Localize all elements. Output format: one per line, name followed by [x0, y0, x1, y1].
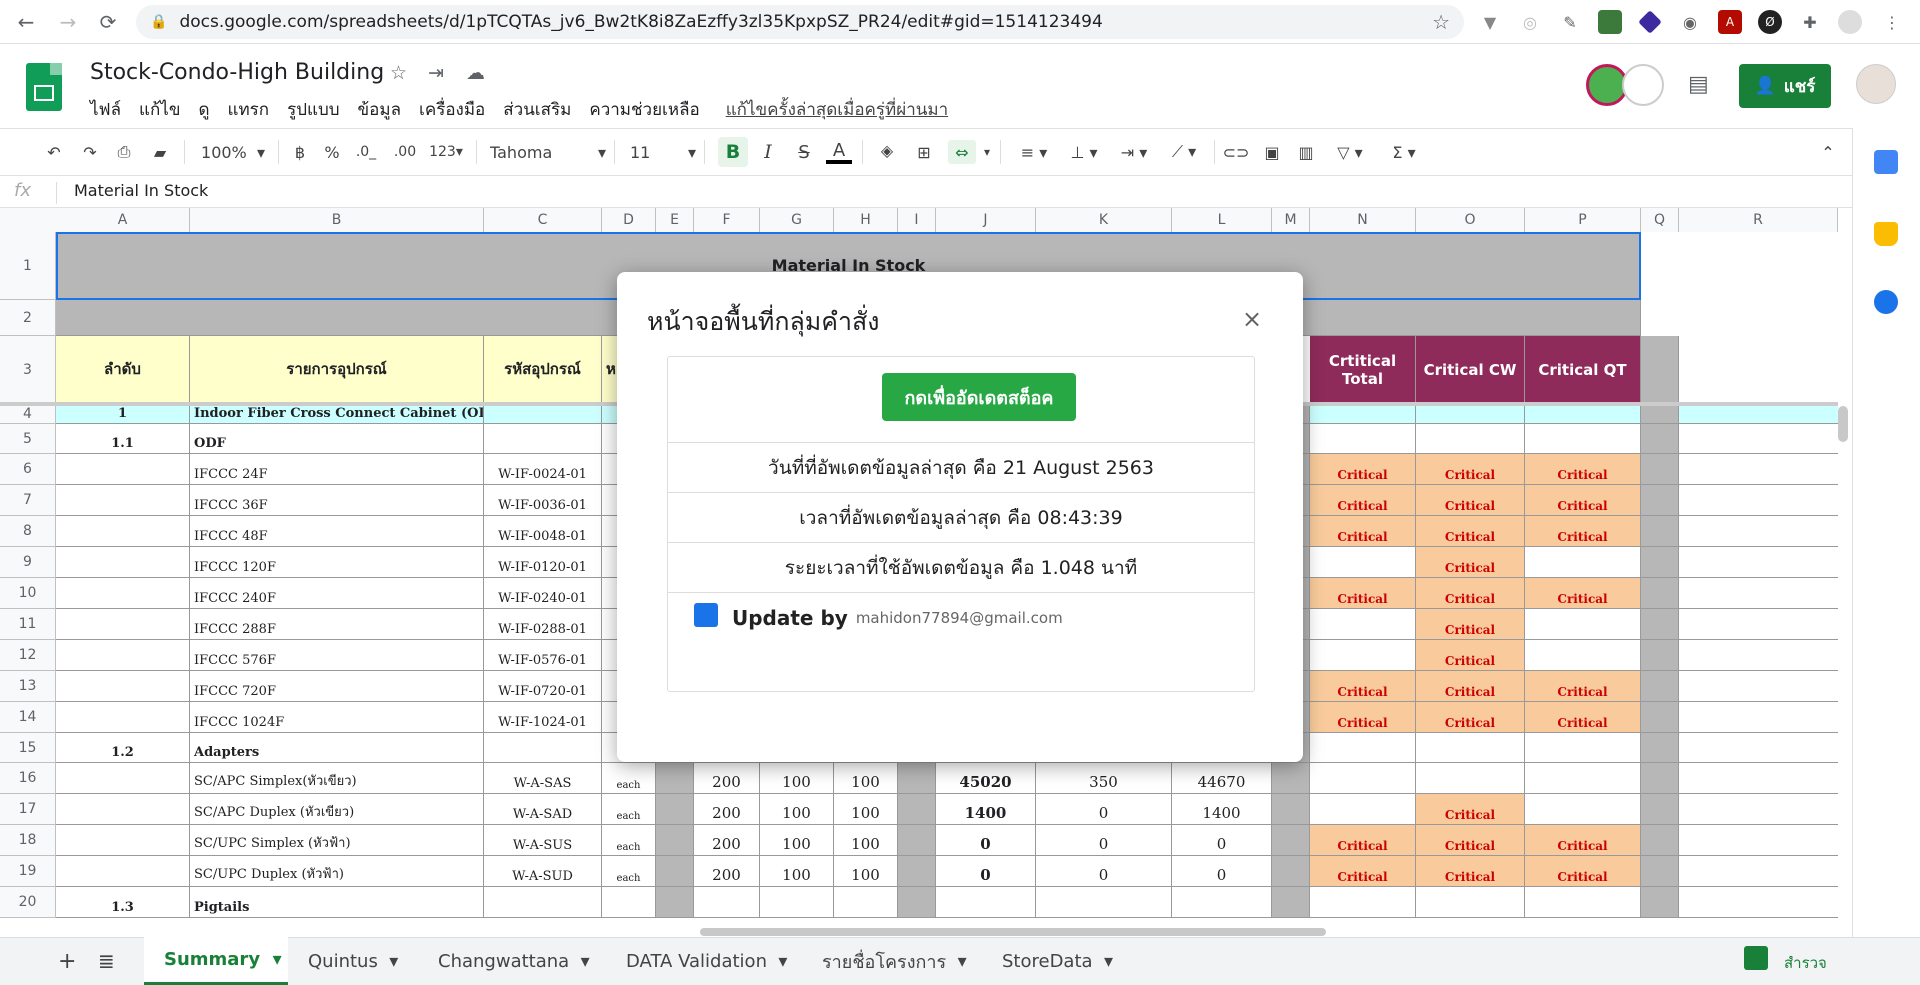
- date-row: วันที่ที่อัพเดตข้อมูลล่าสุด คือ 21 Augus…: [668, 443, 1254, 493]
- checkbox-icon[interactable]: [694, 603, 718, 627]
- tab-storedata-label: StoreData: [1002, 950, 1093, 972]
- tab-changwattana[interactable]: Changwattana ▾: [438, 937, 590, 985]
- update-by-email: mahidon77894@gmail.com: [855, 609, 1063, 627]
- add-sheet-icon[interactable]: +: [58, 937, 76, 985]
- tab-project-list[interactable]: รายชื่อโครงการ ▾: [822, 937, 967, 985]
- tab-summary[interactable]: Summary ▾: [144, 937, 288, 985]
- tab-data-validation-label: DATA Validation: [626, 950, 767, 972]
- explore-icon[interactable]: [1744, 946, 1768, 970]
- update-stock-button[interactable]: กดเพื่ออัดเดตสต็อค: [882, 373, 1076, 421]
- button-row: กดเพื่ออัดเดตสต็อค: [668, 357, 1254, 443]
- update-by-row: Update by mahidon77894@gmail.com: [668, 593, 1254, 643]
- update-by-label: Update by: [732, 606, 848, 630]
- explore-label[interactable]: สำรวจ: [1784, 951, 1827, 975]
- tab-quintus[interactable]: Quintus ▾: [308, 937, 398, 985]
- tab-project-list-label: รายชื่อโครงการ: [822, 951, 947, 973]
- all-sheets-icon[interactable]: ≣: [98, 937, 115, 985]
- dialog-card: กดเพื่ออัดเดตสต็อค วันที่ที่อัพเดตข้อมูล…: [667, 356, 1255, 692]
- time-row: เวลาที่อัพเดตข้อมูลล่าสุด คือ 08:43:39: [668, 493, 1254, 543]
- tab-quintus-label: Quintus: [308, 950, 378, 972]
- dialog-title: หน้าจอพื้นที่กลุ่มคำสั่ง: [647, 307, 880, 336]
- tab-data-validation[interactable]: DATA Validation ▾: [626, 937, 787, 985]
- tab-storedata[interactable]: StoreData ▾: [1002, 937, 1113, 985]
- tab-summary-label: Summary: [164, 949, 261, 970]
- duration-row: ระยะเวลาที่ใช้อัพเดตข้อมูล คือ 1.048 นาท…: [668, 543, 1254, 593]
- tab-changwattana-label: Changwattana: [438, 950, 570, 972]
- sidebar-dialog: หน้าจอพื้นที่กลุ่มคำสั่ง × กดเพื่ออัดเดต…: [617, 272, 1303, 762]
- close-icon[interactable]: ×: [1242, 305, 1262, 333]
